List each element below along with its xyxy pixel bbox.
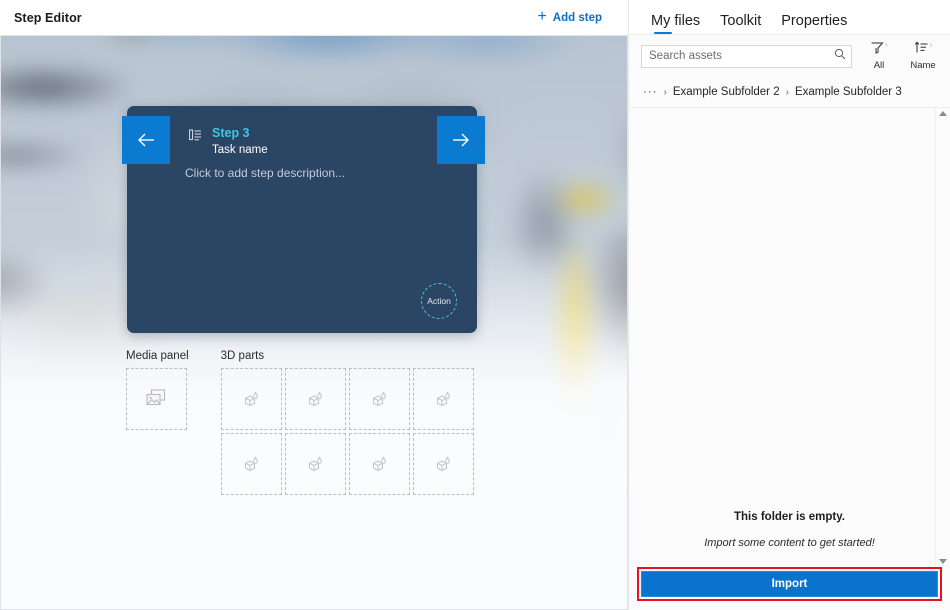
step-editor-header: Step Editor + Add step	[0, 0, 628, 36]
add-step-button[interactable]: + Add step	[537, 10, 614, 26]
scroll-up-arrow-icon[interactable]	[939, 111, 947, 116]
step-editor-pane: Step Editor + Add step	[0, 0, 628, 610]
3d-part-slot[interactable]	[349, 433, 410, 495]
3d-part-slot[interactable]	[413, 433, 474, 495]
search-and-filters-row: › All › N	[629, 34, 950, 77]
breadcrumb-overflow[interactable]: ···	[643, 86, 658, 98]
add-step-label: Add step	[553, 12, 602, 24]
filter-label: All	[874, 60, 885, 71]
assets-pane: My files Toolkit Properties	[628, 0, 950, 610]
cube-3d-icon	[241, 390, 261, 409]
3d-part-slot[interactable]	[285, 368, 346, 430]
import-button[interactable]: Import	[641, 571, 938, 597]
chevron-right-icon: ›	[930, 41, 932, 51]
media-panel-slot[interactable]	[126, 368, 187, 430]
next-step-button[interactable]	[437, 116, 485, 164]
tab-my-files[interactable]: My files	[651, 13, 700, 34]
3d-part-slot[interactable]	[413, 368, 474, 430]
filter-button[interactable]: › All	[862, 41, 896, 71]
app-root: Step Editor + Add step	[0, 0, 950, 610]
file-list-scrollbar[interactable]	[935, 108, 950, 567]
media-panel-group: Media panel	[126, 350, 189, 495]
file-list-area: This folder is empty. Import some conten…	[629, 107, 950, 567]
cube-3d-icon	[369, 455, 389, 474]
cube-3d-icon	[369, 390, 389, 409]
3d-part-slot[interactable]	[221, 433, 282, 495]
action-label: Action	[427, 296, 451, 306]
cube-3d-icon	[305, 390, 325, 409]
arrow-right-icon	[449, 128, 473, 152]
empty-state-subtitle: Import some content to get started!	[704, 537, 875, 549]
previous-step-button[interactable]	[122, 116, 170, 164]
filter-funnel-icon	[870, 41, 884, 59]
search-box[interactable]	[641, 45, 852, 68]
sort-label: Name	[910, 60, 935, 71]
tab-toolkit[interactable]: Toolkit	[720, 13, 761, 34]
3d-part-slot[interactable]	[285, 433, 346, 495]
3d-parts-group: 3D parts	[221, 350, 474, 495]
action-button[interactable]: Action	[421, 283, 457, 319]
task-list-icon	[189, 129, 202, 147]
page-title: Step Editor	[14, 11, 82, 25]
step-number-label: Step 3	[212, 126, 268, 140]
chevron-right-icon: ›	[885, 41, 887, 51]
search-input[interactable]	[642, 46, 851, 67]
tab-properties[interactable]: Properties	[781, 13, 847, 34]
empty-state-title: This folder is empty.	[734, 511, 845, 523]
image-stack-icon	[146, 389, 168, 409]
breadcrumb-item-2[interactable]: Example Subfolder 3	[795, 86, 902, 98]
cube-3d-icon	[305, 455, 325, 474]
breadcrumb-separator: ›	[664, 87, 667, 98]
breadcrumb-item-1[interactable]: Example Subfolder 2	[673, 86, 780, 98]
3d-parts-label: 3D parts	[221, 350, 474, 362]
3d-parts-grid	[221, 368, 474, 495]
cube-3d-icon	[241, 455, 261, 474]
arrow-left-icon	[134, 128, 158, 152]
assets-tabs: My files Toolkit Properties	[629, 0, 950, 34]
3d-part-slot[interactable]	[349, 368, 410, 430]
import-area: Import	[629, 567, 950, 610]
step-description-placeholder[interactable]: Click to add step description...	[185, 166, 345, 180]
plus-icon: +	[537, 9, 546, 25]
import-highlight-box: Import	[637, 567, 942, 601]
sort-ascending-icon	[914, 41, 929, 59]
breadcrumb-separator: ›	[786, 87, 789, 98]
step-card[interactable]: Step 3 Task name Click to add step descr…	[127, 106, 477, 333]
scroll-down-arrow-icon[interactable]	[939, 559, 947, 564]
media-panel-label: Media panel	[126, 350, 189, 362]
cube-3d-icon	[433, 390, 453, 409]
step-card-header: Step 3 Task name	[189, 126, 268, 157]
cube-3d-icon	[433, 455, 453, 474]
step-card-inner: Step 3 Task name Click to add step descr…	[127, 106, 477, 333]
3d-part-slot[interactable]	[221, 368, 282, 430]
step-canvas: Step 3 Task name Click to add step descr…	[0, 36, 628, 610]
sort-button[interactable]: › Name	[906, 41, 940, 71]
task-name-label: Task name	[212, 143, 268, 157]
assets-row: Media panel 3D parts	[126, 350, 474, 495]
breadcrumb: ··· › Example Subfolder 2 › Example Subf…	[629, 77, 950, 107]
